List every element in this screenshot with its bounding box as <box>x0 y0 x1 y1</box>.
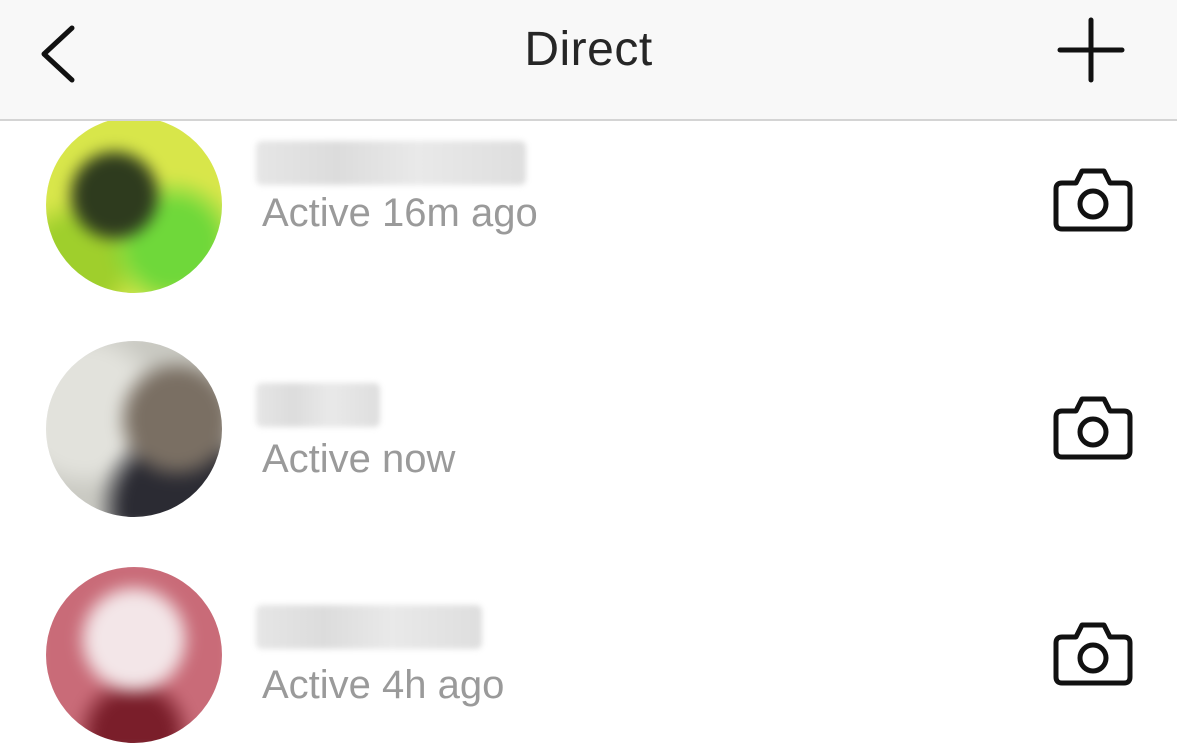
avatar[interactable] <box>46 121 222 293</box>
thread-list: Active 16m ago Active now Active 4h ago <box>0 121 1177 746</box>
active-status: Active 16m ago <box>262 191 538 235</box>
thread-row[interactable]: Active 4h ago <box>0 555 1177 746</box>
camera-button[interactable] <box>1052 393 1134 463</box>
username-redacted <box>256 383 380 427</box>
avatar[interactable] <box>46 341 222 517</box>
camera-icon <box>1053 622 1133 686</box>
camera-icon <box>1053 168 1133 232</box>
thread-row[interactable]: Active now <box>0 329 1177 555</box>
username-redacted <box>256 141 526 185</box>
thread-row[interactable]: Active 16m ago <box>0 121 1177 329</box>
direct-inbox-screen: Direct Active 16m ago Active now Active … <box>0 0 1177 746</box>
camera-button[interactable] <box>1052 165 1134 235</box>
avatar[interactable] <box>46 567 222 743</box>
back-button[interactable] <box>30 16 90 92</box>
camera-icon <box>1053 396 1133 460</box>
active-status: Active now <box>262 437 456 481</box>
plus-icon <box>1057 17 1125 83</box>
page-title: Direct <box>524 23 653 76</box>
new-message-button[interactable] <box>1052 16 1132 92</box>
username-redacted <box>256 605 482 649</box>
camera-button[interactable] <box>1052 619 1134 689</box>
nav-header: Direct <box>0 0 1177 121</box>
chevron-left-icon <box>41 25 75 83</box>
active-status: Active 4h ago <box>262 663 505 707</box>
